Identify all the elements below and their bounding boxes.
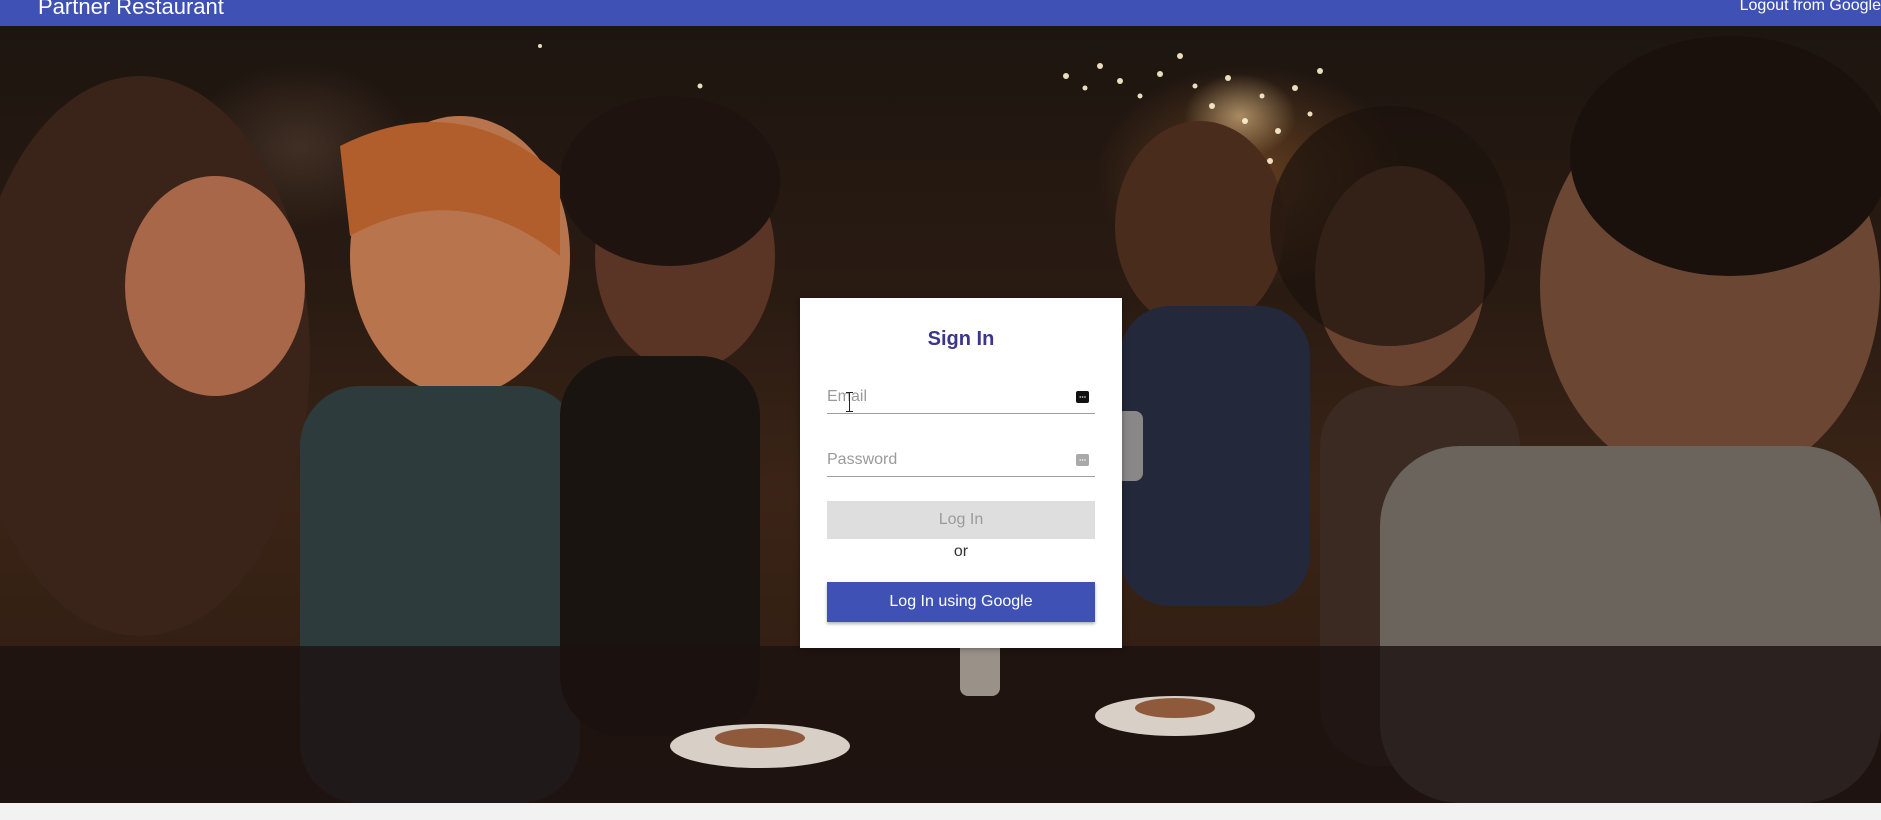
password-manager-key-icon[interactable] — [1076, 454, 1089, 466]
top-app-bar: Partner Restaurant Logout from Google — [0, 0, 1881, 26]
email-input[interactable] — [827, 383, 1057, 411]
password-field[interactable] — [827, 446, 1095, 477]
google-login-button[interactable]: Log In using Google — [827, 582, 1095, 622]
logout-link[interactable]: Logout from Google — [1740, 0, 1881, 16]
password-manager-key-icon[interactable] — [1076, 391, 1089, 403]
or-divider-text: or — [953, 543, 969, 560]
signin-title: Sign In — [927, 328, 995, 350]
brand-title: Partner Restaurant — [38, 0, 224, 19]
page-footer-strip — [0, 803, 1881, 820]
password-input[interactable] — [827, 446, 1057, 474]
signin-card: Sign In Log In or Log In using Google — [800, 298, 1122, 648]
email-field[interactable] — [827, 383, 1095, 414]
login-button[interactable]: Log In — [827, 501, 1095, 539]
text-cursor-icon — [846, 392, 853, 412]
